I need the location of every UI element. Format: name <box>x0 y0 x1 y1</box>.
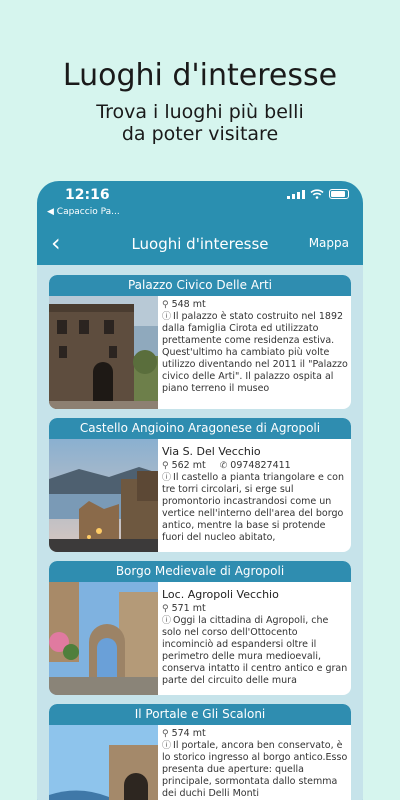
signal-icon <box>287 189 305 199</box>
distance-value: 574 mt <box>171 728 206 739</box>
place-description: ⓘ Oggi la cittadina di Agropoli, che solo… <box>162 615 348 687</box>
place-name: Il Portale e Gli Scaloni <box>49 704 351 725</box>
place-description-text: Il castello a pianta triangolare e con t… <box>162 472 344 543</box>
place-details: ⚲ 548 mt ⓘ Il palazzo è stato costruito ne… <box>162 299 348 406</box>
place-description: ⓘ Il palazzo è stato costruito nel 1892 d… <box>162 311 348 395</box>
wifi-icon <box>310 189 324 199</box>
place-meta: ⚲ 574 mt <box>162 728 348 739</box>
place-description-text: Oggi la cittadina di Agropoli, che solo … <box>162 615 348 686</box>
place-details: Via S. Del Vecchio ⚲ 562 mt ✆ 0974827411 ⓘ… <box>162 442 348 549</box>
distance-value: 562 mt <box>171 460 206 471</box>
place-address: Loc. Agropoli Vecchio <box>162 588 279 601</box>
distance: ⚲ 548 mt <box>162 299 206 310</box>
promo-title: Luoghi d'interesse <box>62 58 338 93</box>
map-button[interactable]: Mappa <box>309 236 349 250</box>
place-card[interactable]: Il Portale e Gli Scaloni ⚲ 574 mt ⓘ Il por… <box>49 704 351 800</box>
place-name: Borgo Medievale di Agropoli <box>49 561 351 582</box>
info-icon: ⓘ <box>162 741 172 751</box>
place-description-text: Il portale, ancora ben conservato, è lo … <box>162 740 348 799</box>
place-photo <box>49 296 158 409</box>
place-photo <box>49 582 158 695</box>
location-pin-icon: ⚲ <box>162 300 169 310</box>
place-details: ⚲ 574 mt ⓘ Il portale, ancora ben conserva… <box>162 728 348 800</box>
location-pin-icon: ⚲ <box>162 729 169 739</box>
place-card[interactable]: Palazzo Civico Delle Arti ⚲ 548 mt ⓘ Il … <box>49 275 351 409</box>
distance: ⚲ 571 mt <box>162 603 206 614</box>
promo-subtitle: Trova i luoghi più belli da poter visita… <box>0 101 400 145</box>
status-icons <box>287 189 349 199</box>
place-description-text: Il palazzo è stato costruito nel 1892 da… <box>162 311 348 394</box>
nav-bar: ‹ Luoghi d'interesse Mappa <box>37 225 363 265</box>
distance-value: 548 mt <box>171 299 206 310</box>
status-bar: 12:16 ◀ Capaccio Pa... <box>37 181 363 225</box>
phone[interactable]: ✆ 0974827411 <box>220 460 291 471</box>
back-to-app-link[interactable]: ◀ Capaccio Pa... <box>47 207 120 217</box>
distance: ⚲ 562 mt <box>162 460 206 471</box>
promo-subtitle-line1: Trova i luoghi più belli <box>96 101 304 123</box>
place-name: Palazzo Civico Delle Arti <box>49 275 351 296</box>
place-meta: ⚲ 571 mt <box>162 603 348 614</box>
status-time: 12:16 <box>65 187 110 203</box>
place-address: Via S. Del Vecchio <box>162 445 261 458</box>
place-name: Castello Angioino Aragonese di Agropoli <box>49 418 351 439</box>
place-meta: ⚲ 562 mt ✆ 0974827411 <box>162 460 348 471</box>
distance: ⚲ 574 mt <box>162 728 206 739</box>
info-icon: ⓘ <box>162 312 172 322</box>
place-description: ⓘ Il castello a pianta triangolare e con … <box>162 472 348 544</box>
battery-icon <box>329 189 349 199</box>
promo-subtitle-line2: da poter visitare <box>121 123 279 145</box>
phone-icon: ✆ <box>219 461 228 471</box>
place-card[interactable]: Castello Angioino Aragonese di Agropoli <box>49 418 351 552</box>
info-icon: ⓘ <box>162 616 172 626</box>
place-card[interactable]: Borgo Medievale di Agropoli Loc. Agropol… <box>49 561 351 695</box>
info-icon: ⓘ <box>162 473 172 483</box>
phone-value[interactable]: 0974827411 <box>230 460 290 471</box>
location-pin-icon: ⚲ <box>162 604 169 614</box>
distance-value: 571 mt <box>171 603 206 614</box>
places-list[interactable]: Palazzo Civico Delle Arti ⚲ 548 mt ⓘ Il … <box>37 265 363 800</box>
place-meta: ⚲ 548 mt <box>162 299 348 310</box>
place-description: ⓘ Il portale, ancora ben conservato, è lo… <box>162 740 348 800</box>
phone-frame: 12:16 ◀ Capaccio Pa... ‹ Luoghi d'intere… <box>37 181 363 800</box>
location-pin-icon: ⚲ <box>162 461 169 471</box>
place-photo <box>49 439 158 552</box>
place-photo <box>49 725 158 800</box>
place-details: Loc. Agropoli Vecchio ⚲ 571 mt ⓘ Oggi la c… <box>162 585 348 692</box>
